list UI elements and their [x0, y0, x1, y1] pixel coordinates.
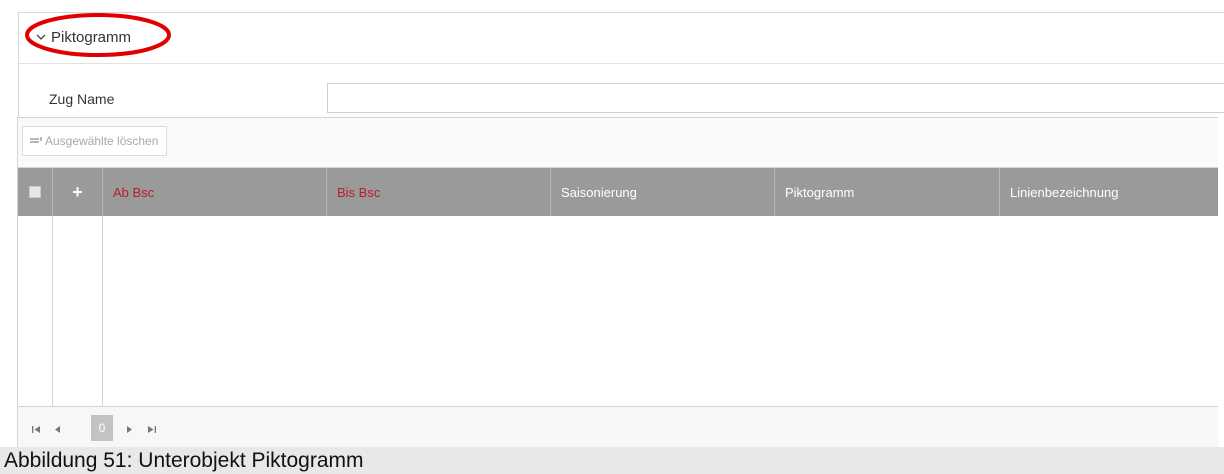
- add-row-button[interactable]: +: [72, 183, 83, 201]
- select-all-cell: [18, 168, 53, 216]
- current-page-indicator: 0: [91, 415, 113, 441]
- delete-selected-label: Ausgewählte löschen: [45, 134, 159, 148]
- next-page-icon: [127, 425, 132, 433]
- column-separator: [102, 216, 103, 406]
- column-header-bis-bsc[interactable]: Bis Bsc: [327, 168, 551, 216]
- column-header-ab-bsc[interactable]: Ab Bsc: [103, 168, 327, 216]
- first-page-icon: [32, 425, 40, 433]
- column-separator: [52, 216, 53, 406]
- column-header-saisonierung[interactable]: Saisonierung: [551, 168, 775, 216]
- chevron-down-icon: [36, 34, 46, 40]
- delete-selected-button[interactable]: Ausgewählte löschen: [22, 126, 168, 156]
- section-title: Piktogramm: [51, 28, 132, 46]
- select-all-checkbox[interactable]: [29, 186, 41, 198]
- section-header: Piktogramm: [19, 13, 1224, 64]
- section-toggle[interactable]: Piktogramm: [35, 27, 131, 47]
- column-header-linienbezeichnung[interactable]: Linienbezeichnung: [1000, 168, 1218, 216]
- grid-header-row: + Ab Bsc Bis Bsc Saisonierung Piktogramm…: [18, 168, 1218, 216]
- previous-page-icon: [55, 425, 60, 433]
- column-header-piktogramm[interactable]: Piktogramm: [775, 168, 1000, 216]
- train-name-row: Zug Name: [19, 83, 1224, 113]
- grid-pager: 0: [18, 406, 1218, 449]
- last-page-button[interactable]: [142, 417, 162, 441]
- train-name-label: Zug Name: [49, 91, 115, 107]
- add-row-cell: +: [53, 168, 103, 216]
- last-page-icon: [148, 425, 156, 433]
- grid-body: [18, 216, 1218, 406]
- piktogramm-grid: Ausgewählte löschen + Ab Bsc Bis Bsc Sai…: [17, 117, 1218, 449]
- next-page-button[interactable]: [119, 417, 139, 441]
- previous-page-button[interactable]: [48, 417, 68, 441]
- train-name-input[interactable]: [327, 83, 1224, 113]
- grid-toolbar: Ausgewählte löschen: [18, 118, 1218, 168]
- delete-list-icon: [30, 137, 42, 143]
- first-page-button[interactable]: [26, 417, 46, 441]
- figure-caption: Abbildung 51: Unterobjekt Piktogramm: [0, 447, 1224, 474]
